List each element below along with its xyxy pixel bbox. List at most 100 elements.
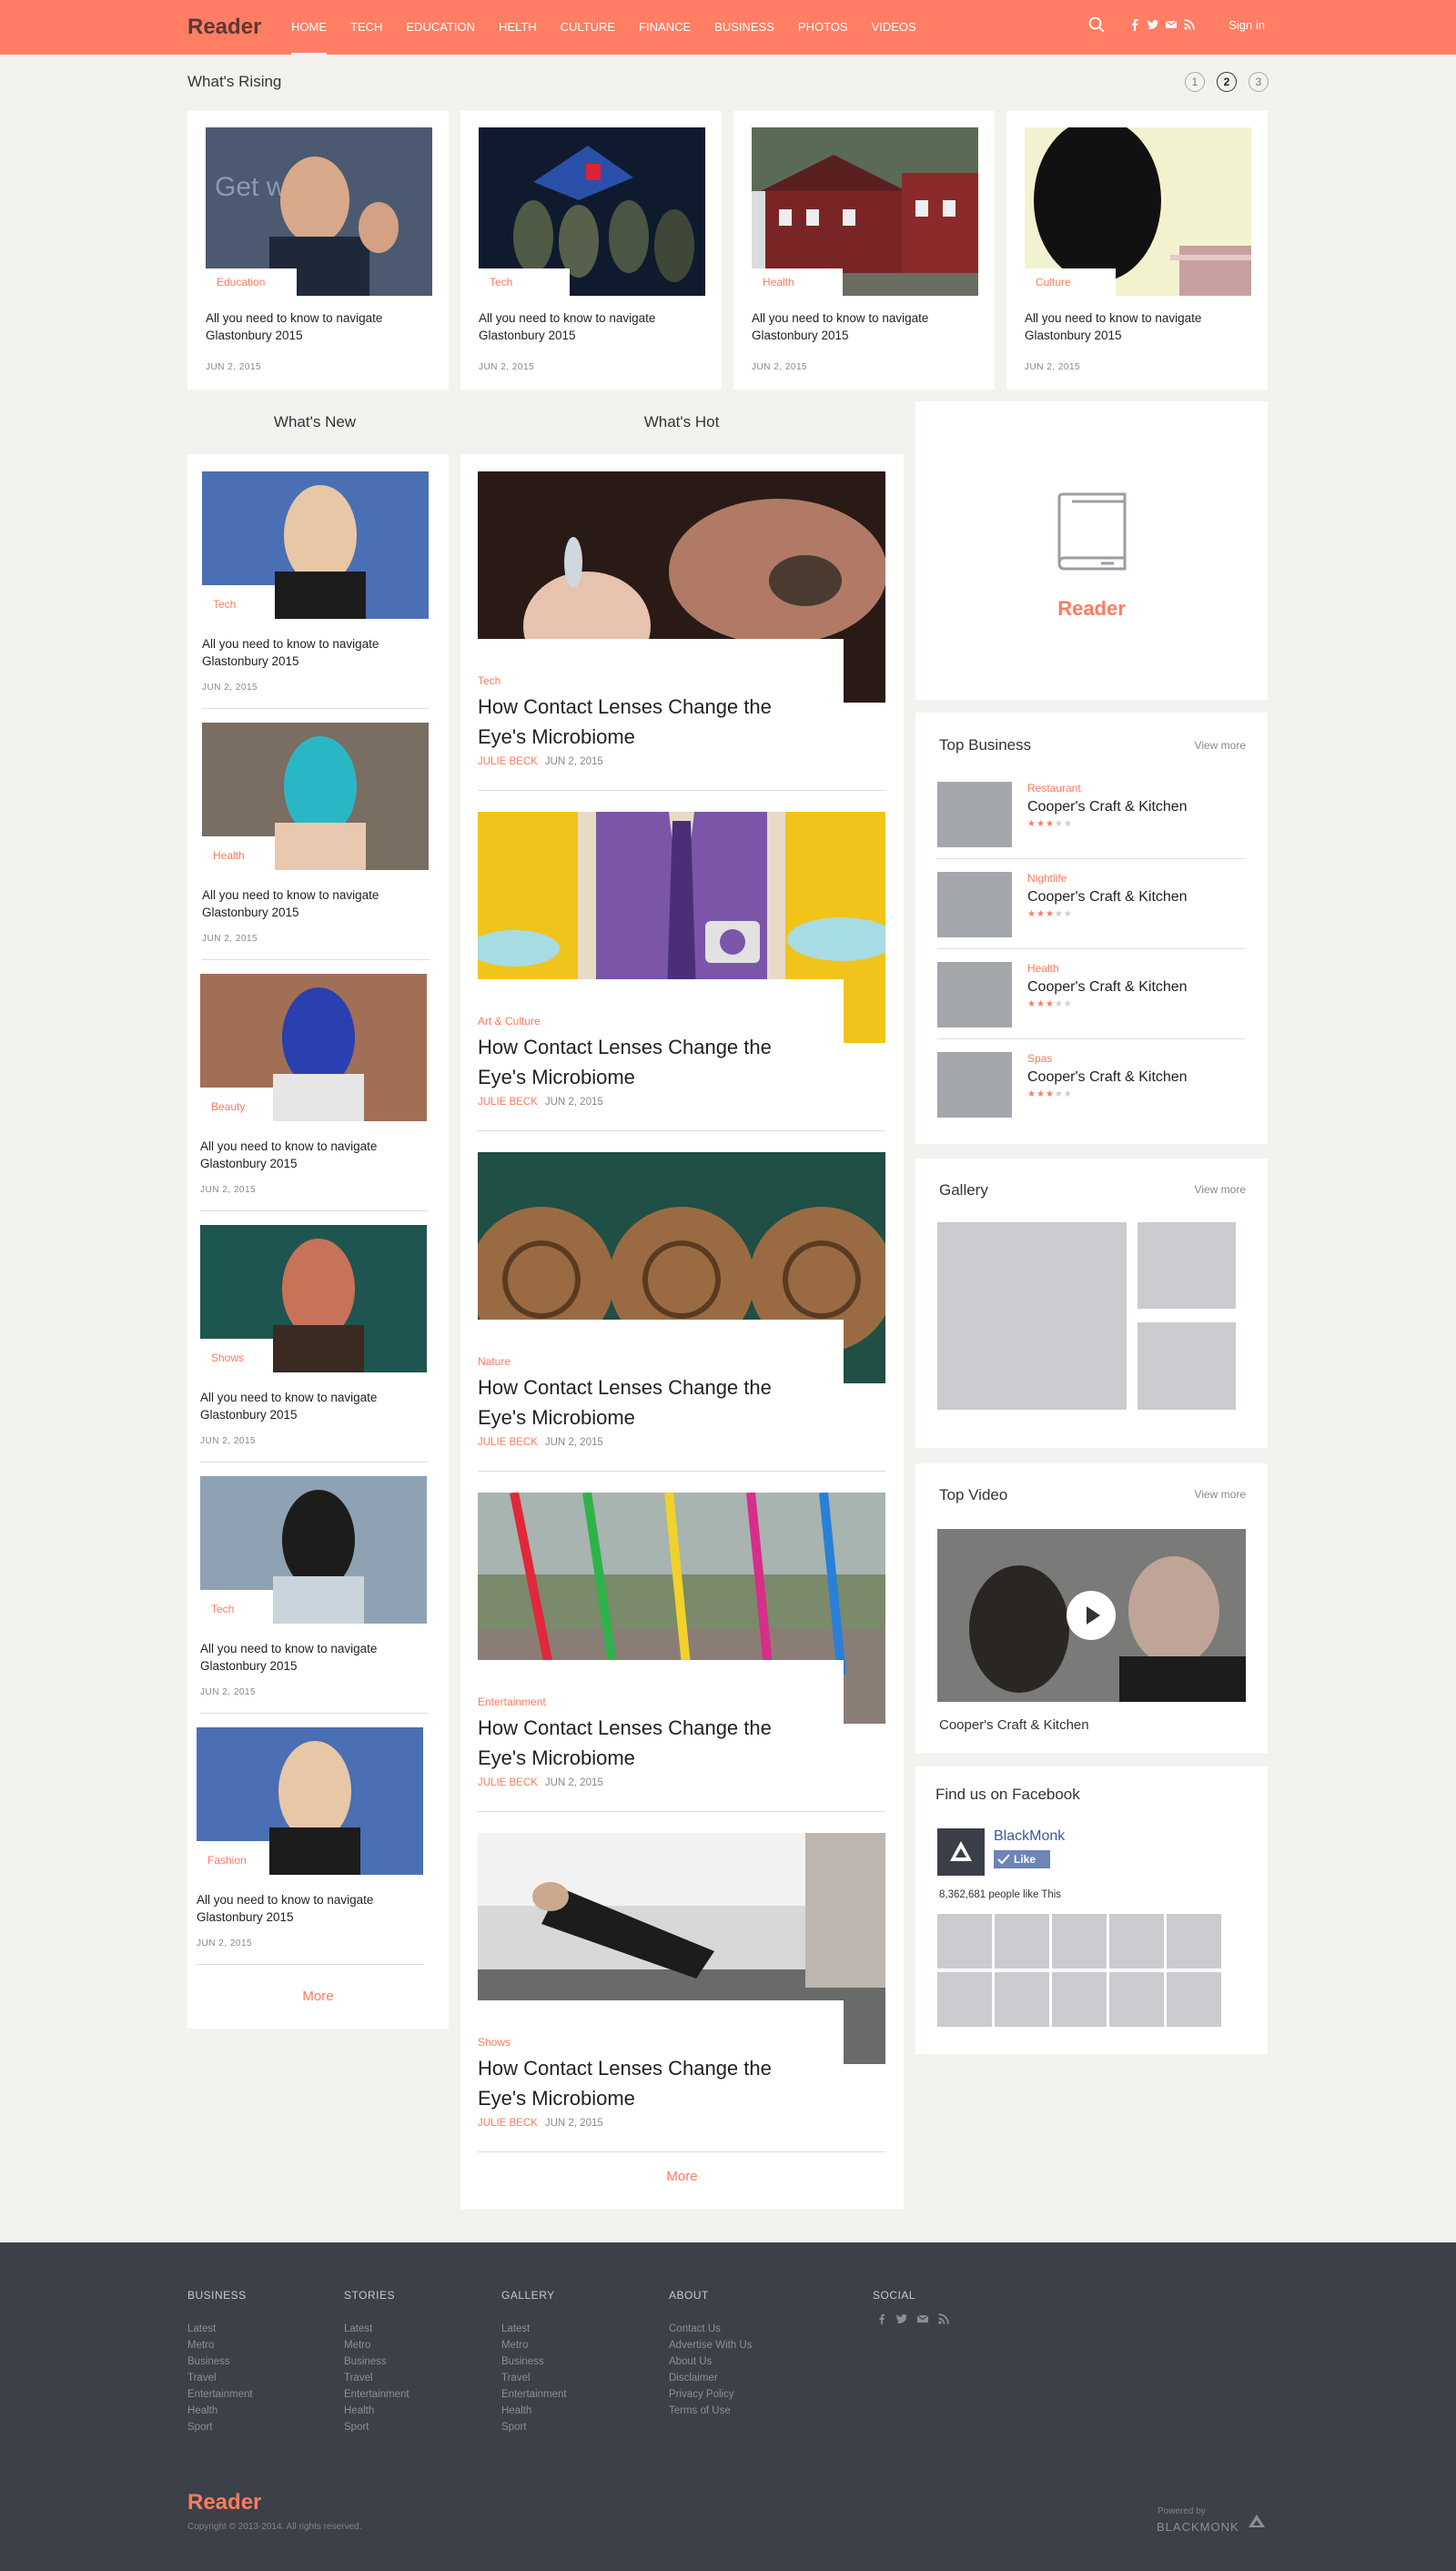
footer-link[interactable]: Health [501, 2403, 567, 2419]
facebook-icon[interactable] [876, 2313, 887, 2325]
author-link[interactable]: JULIE BECK [478, 1437, 538, 1448]
nav-business[interactable]: BUSINESS [714, 0, 774, 55]
category-tag[interactable]: Shows [478, 2036, 511, 2049]
fan-avatar[interactable] [937, 1914, 992, 1969]
business-name[interactable]: Cooper's Craft & Kitchen [1027, 889, 1188, 906]
footer-link[interactable]: Disclaimer [669, 2370, 752, 2386]
fan-avatar[interactable] [1109, 1972, 1164, 2027]
business-category[interactable]: Health [1027, 962, 1059, 975]
mail-icon[interactable] [1165, 18, 1178, 31]
page-2-button[interactable]: 2 [1217, 72, 1237, 92]
fan-avatar[interactable] [1052, 1914, 1107, 1969]
fan-avatar[interactable] [1167, 1972, 1221, 2027]
category-tag[interactable]: Entertainment [478, 1695, 546, 1708]
footer-link[interactable]: About Us [669, 2353, 752, 2370]
rising-card[interactable]: Culture All you need to know to navigate… [1006, 111, 1268, 390]
rss-icon[interactable] [937, 2313, 950, 2325]
news-headline[interactable]: All you need to know to navigate Glaston… [200, 1389, 410, 1423]
whats-new-more-link[interactable]: More [187, 1989, 449, 2004]
business-category[interactable]: Restaurant [1027, 782, 1081, 795]
card-headline[interactable]: All you need to know to navigate Glaston… [1025, 309, 1252, 344]
business-thumbnail[interactable] [937, 872, 1012, 937]
video-caption[interactable]: Cooper's Craft & Kitchen [939, 1717, 1089, 1733]
footer-link[interactable]: Advertise With Us [669, 2337, 752, 2353]
footer-link[interactable]: Entertainment [501, 2386, 567, 2403]
mail-icon[interactable] [916, 2313, 929, 2325]
footer-link[interactable]: Sport [187, 2419, 253, 2435]
video-thumbnail[interactable] [937, 1529, 1246, 1702]
footer-link[interactable]: Entertainment [344, 2386, 410, 2403]
twitter-icon[interactable] [1147, 18, 1159, 31]
fan-avatar[interactable] [995, 1972, 1049, 2027]
nav-finance[interactable]: FINANCE [639, 0, 691, 55]
category-tag[interactable]: Beauty [200, 1088, 273, 1121]
facebook-like-button[interactable]: Like [994, 1850, 1050, 1868]
footer-link[interactable]: Privacy Policy [669, 2386, 752, 2403]
author-link[interactable]: JULIE BECK [478, 1777, 538, 1788]
footer-link[interactable]: Travel [187, 2370, 253, 2386]
twitter-icon[interactable] [895, 2313, 908, 2325]
fan-avatar[interactable] [1052, 1972, 1107, 2027]
footer-link[interactable]: Metro [501, 2337, 567, 2353]
category-tag[interactable]: Shows [200, 1339, 273, 1372]
hot-story-title[interactable]: How Contact Lenses Change the Eye's Micr… [478, 692, 805, 752]
business-thumbnail[interactable] [937, 1052, 1012, 1118]
nav-photos[interactable]: PHOTOS [798, 0, 848, 55]
site-logo[interactable]: Reader [187, 15, 261, 40]
gallery-view-more[interactable]: View more [1195, 1183, 1246, 1196]
top-business-view-more[interactable]: View more [1195, 739, 1246, 752]
rising-card[interactable]: Get work Education All you need to know … [187, 111, 449, 390]
category-tag[interactable]: Tech [478, 674, 500, 687]
category-tag[interactable]: Health [202, 836, 275, 870]
author-link[interactable]: JULIE BECK [478, 756, 538, 767]
footer-link[interactable]: Entertainment [187, 2386, 253, 2403]
category-tag[interactable]: Nature [478, 1355, 511, 1368]
hot-story-title[interactable]: How Contact Lenses Change the Eye's Micr… [478, 1032, 805, 1092]
facebook-icon[interactable] [1128, 18, 1141, 31]
business-name[interactable]: Cooper's Craft & Kitchen [1027, 799, 1188, 815]
nav-education[interactable]: EDUCATION [406, 0, 475, 55]
author-link[interactable]: JULIE BECK [478, 2118, 538, 2129]
footer-link[interactable]: Terms of Use [669, 2403, 752, 2419]
footer-link[interactable]: Health [344, 2403, 410, 2419]
business-name[interactable]: Cooper's Craft & Kitchen [1027, 1069, 1188, 1086]
footer-link[interactable]: Metro [187, 2337, 253, 2353]
category-tag[interactable]: Tech [200, 1590, 273, 1624]
news-headline[interactable]: All you need to know to navigate Glaston… [200, 1138, 410, 1172]
hot-story-title[interactable]: How Contact Lenses Change the Eye's Micr… [478, 2053, 805, 2113]
footer-link[interactable]: Latest [344, 2321, 410, 2337]
category-tag[interactable]: Tech [479, 268, 570, 296]
rising-card[interactable]: Tech All you need to know to navigate Gl… [460, 111, 722, 390]
card-headline[interactable]: All you need to know to navigate Glaston… [206, 309, 433, 344]
footer-link[interactable]: Latest [187, 2321, 253, 2337]
nav-health[interactable]: HELTH [499, 0, 537, 55]
card-headline[interactable]: All you need to know to navigate Glaston… [479, 309, 706, 344]
footer-link[interactable]: Travel [344, 2370, 410, 2386]
news-headline[interactable]: All you need to know to navigate Glaston… [202, 635, 411, 670]
footer-link[interactable]: Travel [501, 2370, 567, 2386]
fan-avatar[interactable] [1167, 1914, 1221, 1969]
category-tag[interactable]: Health [752, 268, 843, 296]
footer-link[interactable]: Metro [344, 2337, 410, 2353]
card-headline[interactable]: All you need to know to navigate Glaston… [752, 309, 979, 344]
page-1-button[interactable]: 1 [1185, 72, 1205, 92]
business-thumbnail[interactable] [937, 782, 1012, 847]
business-name[interactable]: Cooper's Craft & Kitchen [1027, 979, 1188, 996]
footer-link[interactable]: Business [501, 2353, 567, 2370]
category-tag[interactable]: Fashion [197, 1841, 269, 1875]
play-button[interactable] [1067, 1591, 1116, 1640]
nav-culture[interactable]: CULTURE [561, 0, 615, 55]
gallery-image[interactable] [937, 1222, 1127, 1410]
nav-home[interactable]: HOME [291, 0, 327, 55]
footer-link[interactable]: Latest [501, 2321, 567, 2337]
business-category[interactable]: Nightlife [1027, 872, 1067, 885]
news-headline[interactable]: All you need to know to navigate Glaston… [200, 1640, 410, 1675]
fan-avatar[interactable] [937, 1972, 992, 2027]
hot-story-title[interactable]: How Contact Lenses Change the Eye's Micr… [478, 1372, 805, 1432]
footer-logo[interactable]: Reader [187, 2490, 261, 2515]
facebook-page-name[interactable]: BlackMonk [994, 1828, 1065, 1845]
rss-icon[interactable] [1183, 18, 1196, 31]
business-thumbnail[interactable] [937, 962, 1012, 1027]
fan-avatar[interactable] [1109, 1914, 1164, 1969]
powered-by-brand[interactable]: BLACKMONK [1157, 2520, 1239, 2534]
